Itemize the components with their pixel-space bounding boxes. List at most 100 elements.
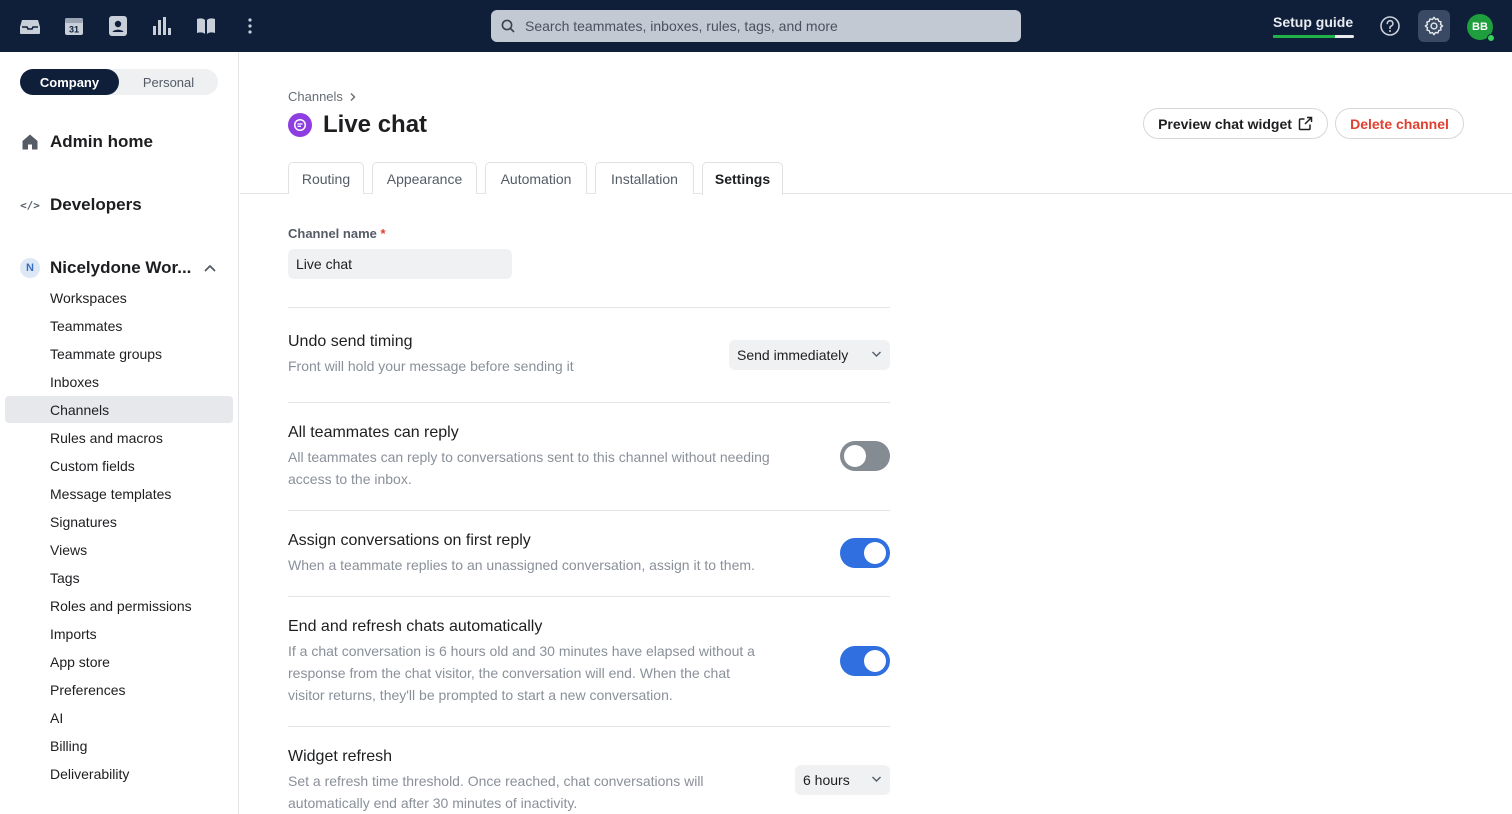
widget-refresh-title: Widget refresh: [288, 748, 393, 765]
toggle-knob: [844, 445, 866, 467]
all-teammates-reply-desc: All teammates can reply to conversations…: [288, 446, 770, 490]
desc-line: Set a refresh time threshold. Once reach…: [288, 773, 704, 789]
sidebar-item-tags[interactable]: Tags: [5, 564, 233, 591]
end-refresh-chats-toggle[interactable]: [840, 646, 890, 676]
widget-refresh-desc: Set a refresh time threshold. Once reach…: [288, 770, 704, 814]
sidebar-item-rules-and-macros[interactable]: Rules and macros: [5, 424, 233, 451]
sidebar-item-preferences[interactable]: Preferences: [5, 676, 233, 703]
divider: [288, 596, 890, 597]
channel-name-input[interactable]: [288, 249, 512, 279]
workspace-badge: N: [20, 258, 40, 278]
widget-refresh-value: 6 hours: [803, 772, 850, 788]
search-icon: [501, 19, 515, 33]
sidebar-item-billing[interactable]: Billing: [5, 732, 233, 759]
divider: [288, 510, 890, 511]
widget-refresh-select[interactable]: 6 hours: [795, 765, 890, 795]
desc-line: If a chat conversation is 6 hours old an…: [288, 643, 755, 659]
developers-label: Developers: [50, 195, 142, 214]
tab-automation[interactable]: Automation: [485, 162, 587, 194]
tab-appearance[interactable]: Appearance: [372, 162, 477, 194]
tab-installation[interactable]: Installation: [595, 162, 694, 194]
sidebar-item-roles-and-permissions[interactable]: Roles and permissions: [5, 592, 233, 619]
divider: [288, 726, 890, 727]
more-options-icon[interactable]: [238, 14, 262, 38]
search-placeholder: Search teammates, inboxes, rules, tags, …: [525, 18, 838, 34]
assign-first-reply-title: Assign conversations on first reply: [288, 532, 531, 549]
setup-progress-bar: [1273, 35, 1354, 38]
breadcrumb[interactable]: Channels: [288, 89, 357, 104]
inbox-icon[interactable]: [18, 14, 42, 38]
calendar-day: 31: [69, 25, 79, 35]
page-title: Live chat: [323, 111, 428, 138]
chevron-up-icon[interactable]: [203, 261, 217, 275]
user-avatar[interactable]: BB: [1467, 14, 1495, 42]
all-teammates-reply-toggle[interactable]: [840, 441, 890, 471]
workspace-name: Nicelydone Wor...: [50, 258, 192, 277]
sidebar-item-workspaces[interactable]: Workspaces: [5, 284, 233, 311]
gear-icon: [1424, 16, 1444, 36]
required-mark: *: [380, 226, 386, 241]
admin-home-label: Admin home: [50, 132, 153, 151]
channel-tabs: Routing Appearance Automation Installati…: [240, 162, 1512, 195]
desc-line: access to the inbox.: [288, 471, 412, 487]
tab-routing[interactable]: Routing: [288, 162, 364, 194]
developers-link[interactable]: </> Developers: [20, 195, 142, 215]
assign-first-reply-toggle[interactable]: [840, 538, 890, 568]
undo-send-timing-title: Undo send timing: [288, 333, 413, 350]
toggle-knob: [864, 542, 886, 564]
online-status-dot: [1487, 34, 1495, 42]
tab-settings[interactable]: Settings: [702, 162, 783, 195]
sidebar-item-message-templates[interactable]: Message templates: [5, 480, 233, 507]
personal-tab[interactable]: Personal: [119, 69, 218, 95]
desc-line: automatically end after 30 minutes of in…: [288, 795, 578, 811]
sidebar-item-inboxes[interactable]: Inboxes: [5, 368, 233, 395]
sidebar-item-teammate-groups[interactable]: Teammate groups: [5, 340, 233, 367]
divider: [288, 402, 890, 403]
end-refresh-chats-desc: If a chat conversation is 6 hours old an…: [288, 640, 755, 706]
company-tab[interactable]: Company: [20, 69, 119, 95]
undo-send-timing-select[interactable]: Send immediately: [729, 340, 890, 370]
undo-send-timing-value: Send immediately: [737, 347, 849, 363]
admin-home-link[interactable]: Admin home: [20, 132, 153, 152]
sidebar-item-deliverability[interactable]: Deliverability: [5, 760, 233, 787]
delete-channel-button[interactable]: Delete channel: [1335, 108, 1464, 139]
admin-sidebar: Company Personal Admin home </> Develope…: [0, 52, 239, 814]
workspace-section-header[interactable]: N Nicelydone Wor...: [20, 258, 191, 278]
divider: [288, 307, 890, 308]
knowledge-base-icon[interactable]: [194, 14, 218, 38]
setup-guide-button[interactable]: Setup guide: [1273, 14, 1355, 44]
code-icon: </>: [20, 198, 40, 212]
chevron-right-icon: [350, 92, 356, 101]
analytics-icon[interactable]: [150, 14, 174, 38]
desc-line: visitor returns, they'll be prompted to …: [288, 687, 673, 703]
sidebar-item-app-store[interactable]: App store: [5, 648, 233, 675]
assign-first-reply-desc: When a teammate replies to an unassigned…: [288, 557, 755, 573]
channel-settings-panel: Channels Live chat Preview chat widget D…: [240, 52, 1512, 814]
desc-line: All teammates can reply to conversations…: [288, 449, 770, 465]
channel-name-label: Channel name *: [288, 226, 386, 241]
sidebar-item-ai[interactable]: AI: [5, 704, 233, 731]
preview-chat-widget-button[interactable]: Preview chat widget: [1143, 108, 1328, 139]
sidebar-item-signatures[interactable]: Signatures: [5, 508, 233, 535]
help-icon[interactable]: [1378, 14, 1402, 38]
calendar-icon[interactable]: 31: [62, 14, 86, 38]
home-icon: [20, 132, 40, 152]
sidebar-item-custom-fields[interactable]: Custom fields: [5, 452, 233, 479]
sidebar-item-teammates[interactable]: Teammates: [5, 312, 233, 339]
contacts-icon[interactable]: [106, 14, 130, 38]
settings-gear-button[interactable]: [1418, 10, 1450, 42]
setup-guide-label: Setup guide: [1273, 14, 1354, 30]
toggle-knob: [864, 650, 886, 672]
sidebar-item-channels[interactable]: Channels: [5, 396, 233, 423]
sidebar-item-views[interactable]: Views: [5, 536, 233, 563]
sidebar-item-imports[interactable]: Imports: [5, 620, 233, 647]
setup-progress-fill: [1273, 35, 1335, 38]
chevron-down-icon: [872, 776, 881, 782]
preview-button-label: Preview chat widget: [1158, 115, 1292, 132]
breadcrumb-channels[interactable]: Channels: [288, 89, 343, 104]
page-header: Live chat: [288, 111, 427, 139]
chevron-down-icon: [872, 351, 881, 357]
channel-name-label-text: Channel name: [288, 226, 377, 241]
external-link-icon: [1298, 116, 1313, 131]
global-search-input[interactable]: Search teammates, inboxes, rules, tags, …: [491, 10, 1021, 42]
